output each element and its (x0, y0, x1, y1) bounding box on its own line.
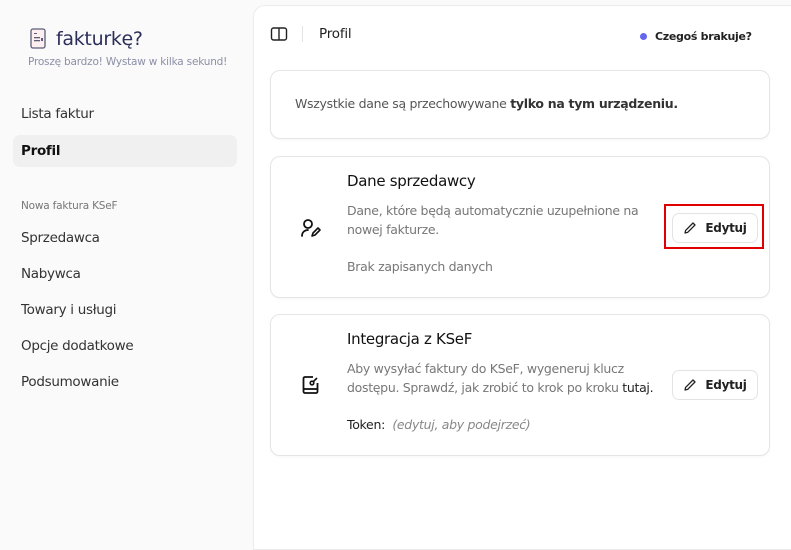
info-text: Wszystkie dane są przechowywane (295, 96, 511, 111)
token-label: Token: (347, 417, 385, 432)
card-status: Brak zapisanych danych (347, 259, 493, 274)
status-dot-icon (640, 33, 647, 40)
sidebar-toggle-icon[interactable] (270, 26, 288, 42)
sidebar-item-profil[interactable]: Profil (13, 135, 237, 167)
sidebar-item-nabywca[interactable]: Nabywca (13, 258, 237, 290)
edit-label: Edytuj (705, 221, 747, 235)
tutorial-link[interactable]: tutaj (622, 380, 650, 395)
main-panel: Profil Czegoś brakuje? Wszystkie dane są… (253, 5, 791, 550)
sidebar-item-opcje[interactable]: Opcje dodatkowe (13, 330, 237, 362)
key-card-icon (302, 376, 319, 394)
feedback-button[interactable]: Czegoś brakuje? (640, 30, 752, 43)
sidebar-item-lista-faktur[interactable]: Lista faktur (13, 98, 237, 130)
edit-ksef-button[interactable]: Edytuj (672, 370, 758, 400)
card-title: Dane sprzedawcy (347, 172, 476, 190)
edit-label: Edytuj (705, 378, 747, 392)
card-title: Integracja z KSeF (347, 330, 473, 348)
sidebar-item-sprzedawca[interactable]: Sprzedawca (13, 222, 237, 254)
divider (302, 26, 303, 42)
invoice-document-icon (30, 28, 46, 49)
tagline: Proszę bardzo! Wystaw w kilka sekund! (28, 56, 228, 68)
ksef-card: Integracja z KSeF Aby wysyłać faktury do… (270, 314, 770, 456)
user-pen-icon (301, 219, 321, 237)
pencil-icon (684, 379, 697, 391)
info-banner: Wszystkie dane są przechowywane tylko na… (270, 70, 770, 139)
token-value: (edytuj, aby podejrzeć) (392, 417, 531, 432)
app-title: fakturkę? (56, 28, 143, 50)
card-description: Dane, które będą automatycznie uzupełnio… (347, 203, 639, 237)
feedback-label: Czegoś brakuje? (655, 30, 752, 43)
info-bold: tylko na tym urządzeniu. (510, 96, 678, 111)
sidebar-section-label: Nowa faktura KSeF (21, 200, 118, 212)
breadcrumb: Profil (319, 26, 352, 42)
sidebar-item-towary[interactable]: Towary i usługi (13, 294, 237, 326)
sidebar-item-podsumowanie[interactable]: Podsumowanie (13, 366, 237, 398)
seller-card: Dane sprzedawcy Dane, które będą automat… (270, 156, 770, 298)
sidebar: fakturkę? Proszę bardzo! Wystaw w kilka … (0, 0, 253, 544)
description-text: Aby wysyłać faktury do KSeF, wygeneruj k… (347, 361, 624, 395)
description-suffix: . (649, 380, 654, 395)
topbar: Profil (270, 26, 352, 42)
token-row: Token: (edytuj, aby podejrzeć) (347, 415, 667, 434)
pencil-icon (684, 222, 697, 234)
edit-seller-button[interactable]: Edytuj (672, 213, 758, 243)
logo[interactable]: fakturkę? (30, 28, 143, 50)
card-description: Aby wysyłać faktury do KSeF, wygeneruj k… (347, 359, 672, 397)
